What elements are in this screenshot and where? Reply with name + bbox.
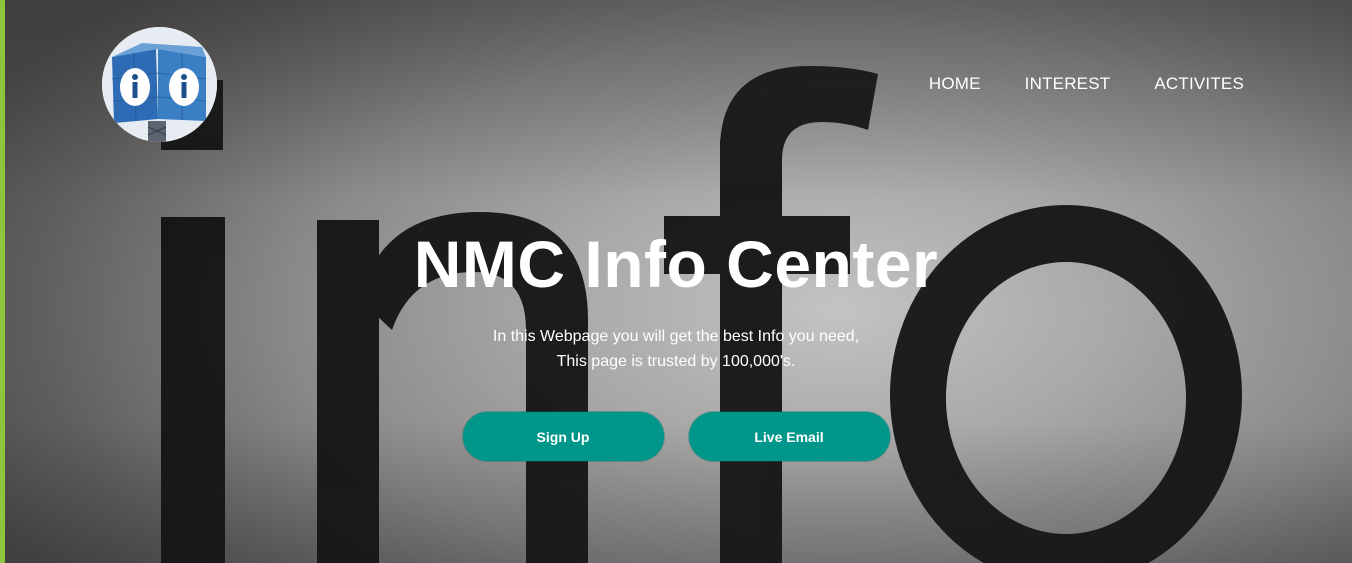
main-nav: HOME INTEREST ACTIVITES bbox=[929, 74, 1244, 94]
page: HOME INTEREST ACTIVITES NMC Info Center … bbox=[0, 0, 1352, 563]
nav-item-interest[interactable]: INTEREST bbox=[1025, 74, 1111, 94]
info-building-icon bbox=[102, 27, 217, 142]
sign-up-button[interactable]: Sign Up bbox=[462, 412, 664, 461]
hero-subtitle-line-2: This page is trusted by 100,000's. bbox=[556, 353, 796, 370]
hero-section: NMC Info Center In this Webpage you will… bbox=[0, 224, 1352, 374]
hero-subtitle-line-1: In this Webpage you will get the best In… bbox=[492, 328, 860, 345]
nav-item-home[interactable]: HOME bbox=[929, 74, 981, 94]
site-logo[interactable] bbox=[102, 27, 217, 142]
hero-title: NMC Info Center bbox=[413, 227, 939, 301]
live-email-button[interactable]: Live Email bbox=[688, 412, 890, 461]
nav-item-activites[interactable]: ACTIVITES bbox=[1154, 74, 1244, 94]
hero-subtitle: In this Webpage you will get the best In… bbox=[0, 324, 1352, 374]
hero-buttons: Sign Up Live Email bbox=[0, 412, 1352, 461]
